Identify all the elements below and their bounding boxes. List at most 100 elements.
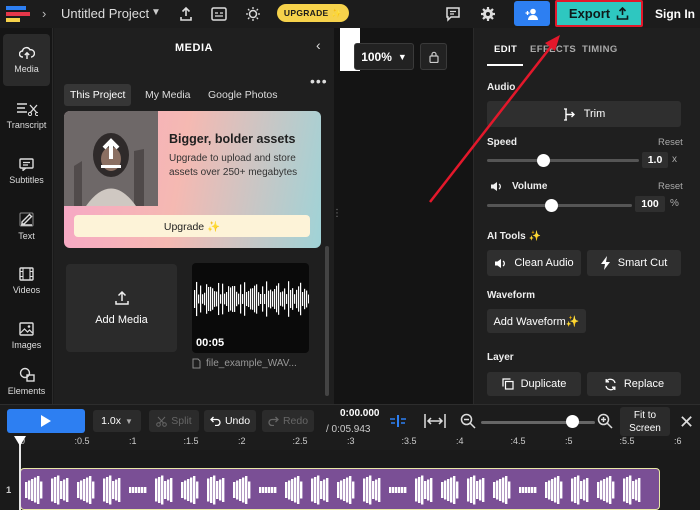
play-button[interactable] <box>7 409 85 433</box>
replace-icon <box>605 378 616 390</box>
undo-button[interactable]: Undo <box>204 410 256 432</box>
volume-slider-knob[interactable] <box>544 199 558 212</box>
trim-icon <box>563 107 575 121</box>
volume-input[interactable]: 100 <box>635 196 665 212</box>
speed-slider-track[interactable] <box>487 159 639 162</box>
lightbulb-icon[interactable] <box>243 4 263 24</box>
gear-icon[interactable] <box>478 4 498 24</box>
undo-label: Undo <box>224 415 251 427</box>
rail-item-elements[interactable]: Elements <box>0 355 53 407</box>
duplicate-button[interactable]: Duplicate <box>487 372 581 396</box>
add-user-icon <box>525 8 538 20</box>
rail-label-elements: Elements <box>7 385 46 396</box>
rail-label-videos: Videos <box>12 285 41 295</box>
audio-section-label: Audio <box>487 82 516 93</box>
subtitles-icon[interactable] <box>209 4 229 24</box>
edit-panel: EDIT EFFECTS TIMING Audio Trim Speed Res… <box>473 28 700 404</box>
add-media-button[interactable]: Add Media <box>66 264 177 352</box>
add-media-label: Add Media <box>95 314 148 326</box>
tab-edit[interactable]: EDIT <box>494 44 517 55</box>
add-collaborator-button[interactable] <box>514 1 550 26</box>
export-button[interactable]: Export <box>555 0 643 27</box>
speed-reset-button[interactable]: Reset <box>658 137 683 148</box>
upgrade-promo-card: Bigger, bolder assets Upgrade to upload … <box>64 111 321 248</box>
redo-button[interactable]: Redo <box>262 410 314 432</box>
sign-in-link[interactable]: Sign In <box>655 7 695 21</box>
share-upload-icon[interactable] <box>176 4 196 24</box>
rail-label-images: Images <box>11 340 42 350</box>
trim-button[interactable]: Trim <box>487 101 681 127</box>
tab-effects[interactable]: EFFECTS <box>530 44 576 55</box>
ruler-tick: :6 <box>674 436 682 446</box>
rail-item-transcript[interactable]: Transcript <box>0 90 53 142</box>
rail-item-videos[interactable]: Videos <box>0 255 53 307</box>
ruler-tick: :5.5 <box>619 436 635 446</box>
app-logo-icon[interactable] <box>6 5 32 23</box>
upload-cloud-icon <box>18 46 35 59</box>
speed-slider-knob[interactable] <box>537 154 551 167</box>
zoom-select[interactable]: 100% ▼ <box>354 43 414 70</box>
volume-slider-track[interactable] <box>487 204 632 207</box>
chevron-down-icon[interactable]: ▼ <box>151 7 161 18</box>
panel-resize-handle[interactable]: ⋮ <box>332 208 342 219</box>
ruler-tick: :3 <box>347 436 355 446</box>
replace-button[interactable]: Replace <box>587 372 681 396</box>
zoom-in-icon[interactable] <box>597 413 613 429</box>
audio-wave-icon <box>495 258 506 268</box>
promo-heading: Bigger, bolder assets <box>169 132 296 146</box>
playhead[interactable] <box>19 440 21 510</box>
clip-waveform <box>25 475 641 505</box>
duplicate-label: Duplicate <box>520 378 567 390</box>
export-upload-icon <box>616 7 629 20</box>
project-title[interactable]: Untitled Project <box>61 6 149 21</box>
upgrade-button[interactable]: UPGRADE ✨ <box>277 4 349 22</box>
speed-input[interactable]: 1.0 <box>642 152 668 168</box>
clean-audio-button[interactable]: Clean Audio <box>487 250 581 276</box>
tab-google-photos[interactable]: Google Photos <box>202 84 283 106</box>
more-options-icon[interactable]: ••• <box>310 73 328 89</box>
ruler-tick: :1 <box>129 436 137 446</box>
timeline-zoom-knob[interactable] <box>566 415 580 428</box>
transcript-icon <box>16 103 38 116</box>
layer-label: Layer <box>487 352 514 363</box>
rail-item-text[interactable]: Text <box>0 200 53 252</box>
timeline-toolbar: 1.0x ▼ Split Undo Redo 0:00.000 / 0:05.9… <box>0 404 700 436</box>
tab-my-media[interactable]: My Media <box>139 84 197 106</box>
tab-timing[interactable]: TIMING <box>582 44 618 55</box>
trim-label: Trim <box>583 108 606 120</box>
collapse-panel-icon[interactable]: ‹ <box>316 37 321 53</box>
subtitles-icon <box>19 157 34 171</box>
add-waveform-button[interactable]: Add Waveform✨ <box>487 309 586 333</box>
audio-file-thumbnail[interactable]: 00:05 <box>192 263 309 353</box>
rail-item-media[interactable]: Media <box>3 34 50 86</box>
rail-item-subtitles[interactable]: Subtitles <box>0 145 53 197</box>
fit-to-screen-button[interactable]: Fit to Screen <box>620 407 670 436</box>
volume-reset-button[interactable]: Reset <box>658 181 683 192</box>
media-panel: MEDIA ‹ ••• This Project My Media Google… <box>54 28 334 404</box>
chevron-down-icon: ▼ <box>397 51 407 62</box>
redo-label: Redo <box>282 415 309 427</box>
fit-width-icon[interactable] <box>424 413 446 429</box>
ruler-tick: :3.5 <box>401 436 417 446</box>
snap-playhead-icon[interactable] <box>388 413 408 429</box>
audio-clip[interactable] <box>20 468 660 510</box>
back-chevron-icon[interactable]: › <box>42 6 46 21</box>
comment-icon[interactable] <box>443 4 463 24</box>
rail-label-text: Text <box>18 230 35 241</box>
file-name: file_example_WAV... <box>206 358 297 369</box>
zoom-out-icon[interactable] <box>460 413 476 429</box>
rail-label-media: Media <box>14 64 39 74</box>
lock-button[interactable] <box>420 43 447 70</box>
close-icon[interactable]: ✕ <box>679 412 694 433</box>
scissors-icon <box>156 416 168 427</box>
promo-upgrade-button[interactable]: Upgrade ✨ <box>74 215 310 237</box>
split-button[interactable]: Split <box>149 410 199 432</box>
panel-scrollbar[interactable] <box>325 246 329 396</box>
tab-this-project[interactable]: This Project <box>64 84 132 106</box>
timeline-ruler[interactable]: 0:0.5:1:1.5:2:2.5:3:3.5:4:4.5:5:5.5:6 <box>0 436 700 450</box>
ai-tools-label: AI Tools ✨ <box>487 231 541 242</box>
playback-speed-select[interactable]: 1.0x ▼ <box>93 410 141 432</box>
canvas-area: 100% ▼ ⋮ <box>332 28 473 404</box>
volume-unit: % <box>670 198 679 209</box>
smart-cut-button[interactable]: Smart Cut <box>587 250 681 276</box>
